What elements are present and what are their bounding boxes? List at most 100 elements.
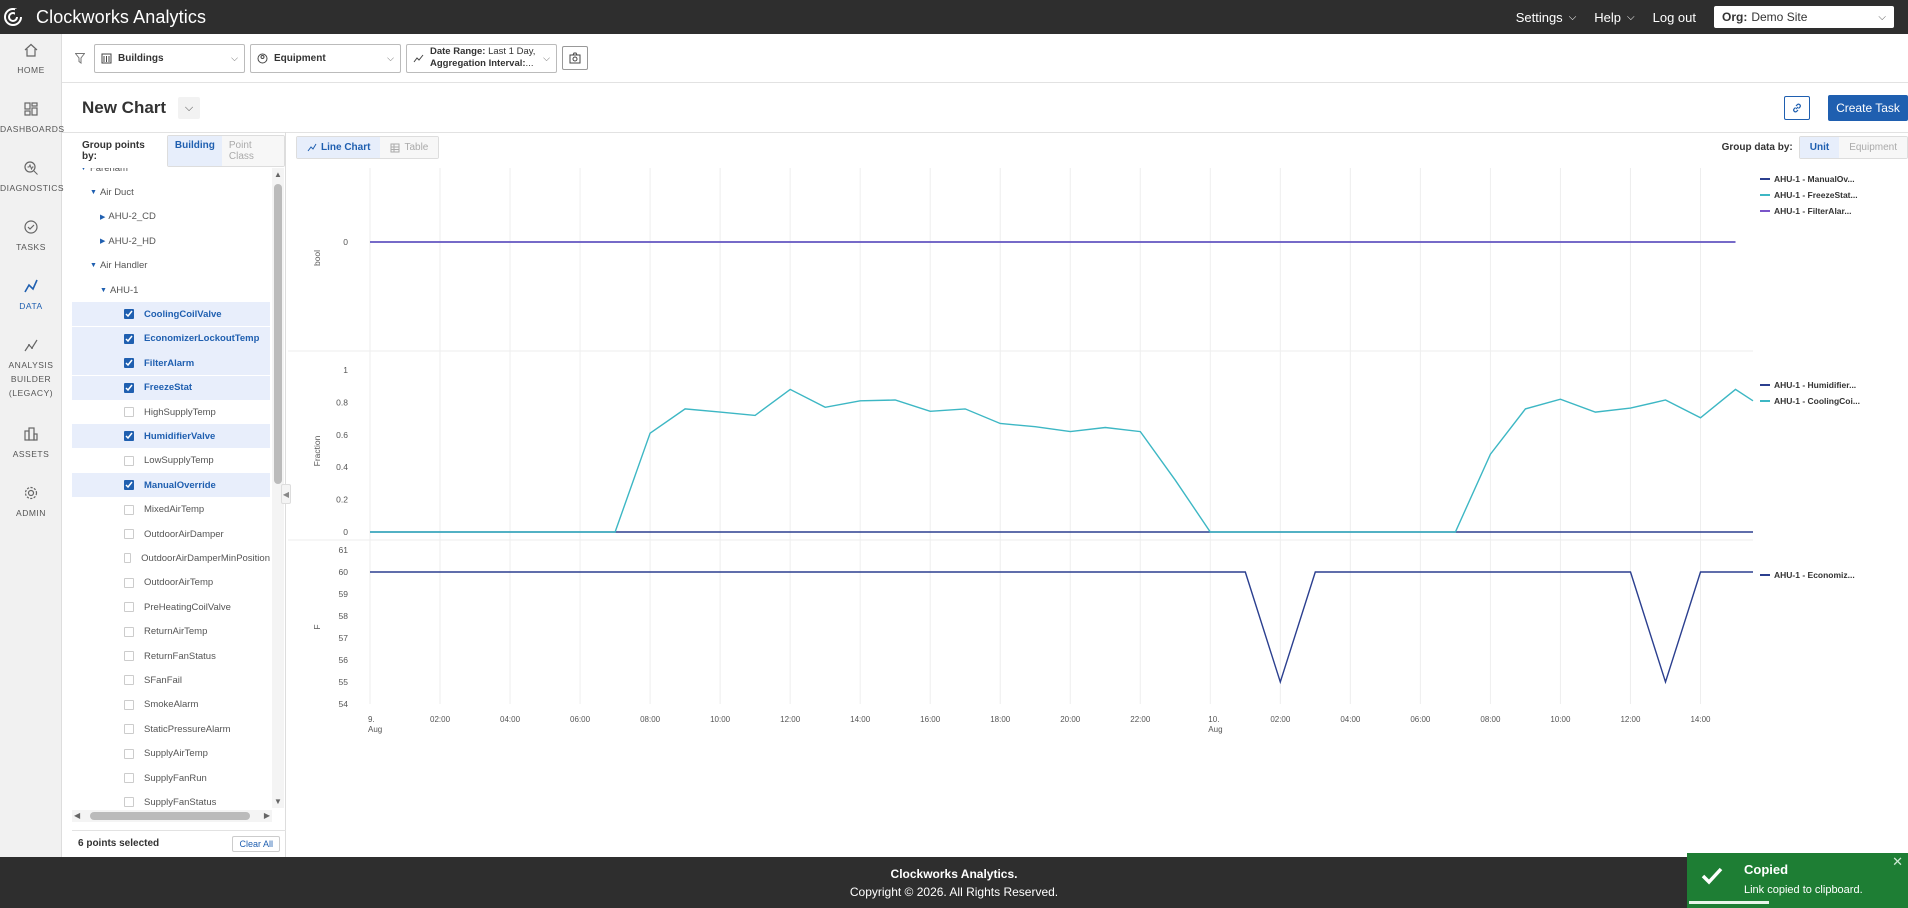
scroll-down-icon[interactable]: ▼ (274, 797, 282, 806)
tree-point-item[interactable]: StaticPressureAlarm (72, 717, 270, 741)
tree-point-item[interactable]: ReturnAirTemp (72, 620, 270, 644)
y-tick-label: 1 (343, 365, 348, 375)
tree-group-item[interactable]: ▶ AHU-2_CD (72, 205, 270, 229)
nav-item-data[interactable]: DATA (0, 278, 62, 313)
clear-all-button[interactable]: Clear All (232, 836, 280, 852)
snapshot-button[interactable] (562, 46, 588, 70)
point-checkbox[interactable] (124, 797, 134, 808)
nav-item-tasks[interactable]: TASKS (0, 219, 62, 254)
org-select[interactable]: Org: Demo Site ⌵ (1714, 6, 1894, 28)
checkmark-icon (125, 310, 133, 318)
tree-point-item[interactable]: LowSupplyTemp (72, 449, 270, 473)
buildings-dropdown[interactable]: Buildings ⌵ (94, 43, 245, 73)
tree-group-item[interactable]: ▶ AHU-2_HD (72, 229, 270, 253)
tree-point-item[interactable]: SupplyFanStatus (72, 790, 270, 808)
nav-item-label: TASKS (16, 242, 46, 252)
point-checkbox[interactable] (124, 602, 134, 613)
point-checkbox[interactable] (124, 407, 134, 417)
create-task-button[interactable]: Create Task (1828, 95, 1908, 121)
logout-link[interactable]: Log out (1653, 10, 1696, 25)
tree-horizontal-scrollbar[interactable]: ◀ ▶ (72, 810, 272, 822)
group-by-equipment-option[interactable]: Equipment (1839, 137, 1907, 158)
nav-item-dashboards[interactable]: DASHBOARDS (0, 101, 64, 136)
tree-point-item[interactable]: OutdoorAirDamper (72, 522, 270, 546)
group-by-building-option[interactable]: Building (167, 136, 222, 166)
settings-menu[interactable]: Settings ⌵ (1516, 10, 1577, 25)
tree-point-item[interactable]: HighSupplyTemp (72, 400, 270, 424)
tree-item-label: FilterAlarm (144, 357, 195, 369)
caret-right-icon[interactable]: ▶ (100, 237, 105, 245)
point-checkbox[interactable] (124, 699, 134, 710)
point-checkbox[interactable] (124, 553, 132, 564)
tree-group-item[interactable]: ▼ Air Duct (72, 180, 270, 204)
group-by-unit-option[interactable]: Unit (1799, 137, 1840, 158)
point-checkbox[interactable] (124, 382, 134, 393)
scroll-left-icon[interactable]: ◀ (74, 811, 80, 820)
tree-point-item[interactable]: EconomizerLockoutTemp (72, 326, 270, 351)
tree-point-item[interactable]: SupplyFanRun (72, 766, 270, 790)
equipment-dropdown[interactable]: Equipment ⌵ (250, 43, 401, 73)
chevron-down-icon: ⌵ (543, 52, 550, 63)
scrollbar-thumb[interactable] (90, 812, 250, 820)
caret-down-icon[interactable]: ▼ (80, 168, 87, 172)
scrollbar-thumb[interactable] (274, 184, 282, 484)
tree-point-item[interactable]: SFanFail (72, 668, 270, 692)
tree-group-item[interactable]: ▼ Fareham (72, 168, 270, 180)
copy-link-button[interactable] (1784, 96, 1810, 120)
nav-item-home[interactable]: HOME (0, 42, 62, 77)
group-by-point-class-option[interactable]: Point Class (221, 136, 284, 166)
tree-group-item[interactable]: ▼ AHU-1 (72, 278, 270, 302)
tree-point-item[interactable]: PreHeatingCoilValve (72, 595, 270, 619)
tree-point-item[interactable]: OutdoorAirDamperMinPosition (72, 546, 270, 570)
caret-down-icon[interactable]: ▼ (100, 287, 107, 294)
scroll-up-icon[interactable]: ▲ (274, 170, 282, 179)
tree-point-item[interactable]: FilterAlarm (72, 351, 270, 376)
tree-point-item[interactable]: CoolingCoilValve (72, 302, 270, 327)
filter-bar: Buildings ⌵ Equipment ⌵ Date Range: Last… (72, 34, 1908, 82)
point-checkbox[interactable] (124, 358, 134, 369)
nav-item-diagnostics[interactable]: DIAGNOSTICS (0, 160, 64, 195)
tree-point-item[interactable]: SupplyAirTemp (72, 742, 270, 766)
line-chart-tab[interactable]: Line Chart (297, 137, 381, 158)
tree-point-item[interactable]: OutdoorAirTemp (72, 571, 270, 595)
group-points-label: Group points by: (82, 140, 145, 162)
tree-point-item[interactable]: FreezeStat (72, 375, 270, 400)
divider (62, 82, 1908, 83)
title-menu-button[interactable]: ⌵ (178, 97, 201, 119)
point-checkbox[interactable] (124, 431, 134, 442)
table-tab[interactable]: Table (380, 137, 439, 158)
point-checkbox[interactable] (124, 480, 134, 491)
date-range-dropdown[interactable]: Date Range: Last 1 Day, Aggregation Inte… (406, 43, 557, 73)
point-checkbox[interactable] (124, 504, 134, 515)
nav-item-analysis[interactable]: ANALYSIS BUILDER (LEGACY) (0, 337, 62, 400)
scroll-right-icon[interactable]: ▶ (264, 811, 270, 820)
filter-icon[interactable] (72, 52, 88, 64)
point-checkbox[interactable] (124, 529, 134, 539)
point-checkbox[interactable] (124, 309, 134, 320)
tree-point-item[interactable]: HumidifierValve (72, 424, 270, 449)
brand-logo-icon[interactable] (2, 6, 24, 28)
toast-progress (1689, 901, 1769, 904)
nav-item-admin[interactable]: ADMIN (0, 485, 62, 520)
point-checkbox[interactable] (124, 626, 134, 637)
tree-group-item[interactable]: ▼ Air Handler (72, 254, 270, 278)
point-checkbox[interactable] (124, 675, 134, 686)
tree-point-item[interactable]: MixedAirTemp (72, 498, 270, 522)
line-chart[interactable]: 0 bool AHU-1 - ManualOv... AHU-1 - FreezeSt… (288, 168, 1908, 858)
caret-down-icon[interactable]: ▼ (90, 262, 97, 269)
tree-point-item[interactable]: SmokeAlarm (72, 693, 270, 717)
point-checkbox[interactable] (124, 651, 134, 661)
close-icon[interactable]: ✕ (1892, 854, 1903, 870)
point-checkbox[interactable] (124, 333, 134, 344)
help-menu[interactable]: Help ⌵ (1594, 10, 1634, 25)
nav-item-assets[interactable]: ASSETS (0, 426, 62, 461)
point-checkbox[interactable] (124, 455, 134, 466)
point-checkbox[interactable] (124, 748, 134, 759)
point-checkbox[interactable] (124, 577, 134, 588)
point-checkbox[interactable] (124, 724, 134, 735)
point-checkbox[interactable] (124, 773, 134, 783)
tree-point-item[interactable]: ManualOverride (72, 473, 270, 498)
caret-right-icon[interactable]: ▶ (100, 213, 105, 221)
caret-down-icon[interactable]: ▼ (90, 189, 97, 196)
tree-point-item[interactable]: ReturnFanStatus (72, 644, 270, 668)
